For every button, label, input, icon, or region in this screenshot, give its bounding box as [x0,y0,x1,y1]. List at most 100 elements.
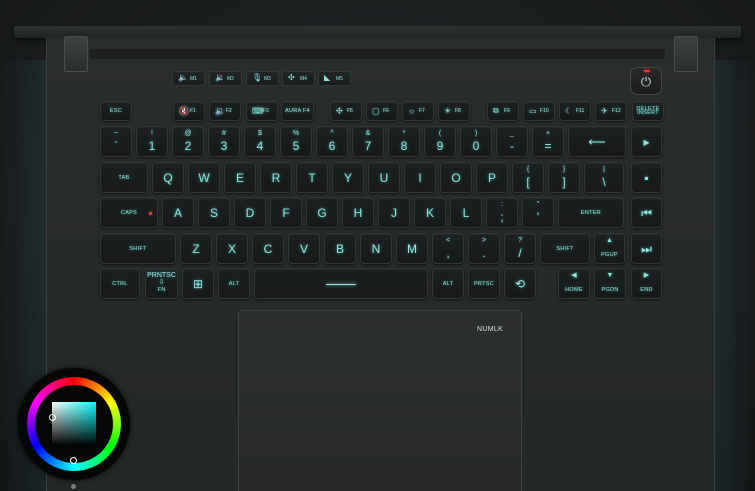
f9-key[interactable]: ⧉ F9 [487,101,519,121]
letter-key-key[interactable]: {[ [512,162,544,193]
key-legend: C [263,241,273,256]
backspace-key[interactable]: ⟵ [568,126,626,157]
number-row-1-key[interactable]: ! 1 [136,126,168,157]
letter-v-key[interactable]: V [288,233,320,264]
letter-key-key[interactable]: <, [432,233,464,264]
letter-n-key[interactable]: N [360,233,392,264]
key-label: F12 [612,108,621,114]
letter-l-key[interactable]: L [450,197,482,228]
letter-g-key[interactable]: G [306,197,338,228]
letter-o-key[interactable]: O [440,162,472,193]
letter-y-key[interactable]: Y [332,162,364,193]
letter-k-key[interactable]: K [414,197,446,228]
letter-d-key[interactable]: D [234,197,266,228]
number-row-6-key[interactable]: ^ 6 [316,126,348,157]
alt-key[interactable]: ALT [218,268,250,299]
hue-handle[interactable] [70,457,77,464]
letter-key-key[interactable]: >. [468,233,500,264]
letter-j-key[interactable]: J [378,197,410,228]
windows-key[interactable]: ⊞ [182,268,214,299]
alt-key[interactable]: ALT [432,268,464,299]
tab-key[interactable]: TAB [100,162,148,193]
f11-key[interactable]: ☾ F11 [559,101,591,121]
number-row-9-key[interactable]: (9 [424,126,456,157]
number-row-0-key[interactable]: ) 0 [460,126,492,157]
f8-key[interactable]: ☀ F8 [438,101,470,121]
f6-key[interactable]: ▢ F6 [366,101,398,121]
m1-macro-key[interactable]: 🔈 M1 [172,71,205,86]
pgup-key[interactable]: ▲ PGUP [594,233,625,264]
f7-key[interactable]: ☼ F7 [402,101,434,121]
color-picker[interactable] [18,368,130,480]
letter-z-key[interactable]: Z [180,233,212,264]
number-row-key-key[interactable]: + = [532,126,564,157]
number-row-5-key[interactable]: % 5 [280,126,312,157]
f1-key[interactable]: 🔇 F1 [173,101,205,121]
m2-macro-key[interactable]: 🔉 M2 [209,71,242,86]
side-macro-key[interactable]: ▪ [631,162,662,193]
function-icon: ✣ [336,106,343,116]
shift-key[interactable]: SHIFT [100,233,176,264]
power-button[interactable]: ⏻ [630,67,662,95]
f3-key[interactable]: ⌨ F3 [246,101,278,121]
number-row-3-key[interactable]: #3 [208,126,240,157]
letter-q-key[interactable]: Q [152,162,184,193]
enter-key[interactable]: ENTER [558,197,624,228]
number-row-key-key[interactable]: _ - [496,126,528,157]
touchpad[interactable]: NUMLK [238,310,522,491]
fn-key[interactable]: PRNTSC ⇩ FN [145,268,178,299]
caps-lock-led [149,211,152,215]
f10-key[interactable]: ▭ F10 [523,101,555,121]
copilot-key[interactable]: ⟲ [504,268,536,299]
letter-c-key[interactable]: C [252,233,284,264]
delete-insert-key[interactable]: DELETE INSERT [632,101,664,121]
aura-f4-key[interactable]: AURA F4 [281,101,314,121]
page-indicator-dot [71,484,76,489]
end-key[interactable]: ▶ END [631,268,662,299]
prtsc-key[interactable]: PRTSC [468,268,500,299]
pgdn-key[interactable]: ▼ PGDN [594,268,626,299]
letter-key-key[interactable]: ? / [504,233,536,264]
letter-s-key[interactable]: S [198,197,230,228]
number-row-7-key[interactable]: & 7 [352,126,384,157]
letter-u-key[interactable]: U [368,162,400,193]
letter-a-key[interactable]: A [162,197,194,228]
f12-key[interactable]: ✈ F12 [595,101,627,121]
m5-macro-key[interactable]: ◣ M5 [318,71,351,86]
f5-key[interactable]: ✣ F5 [330,101,362,121]
letter-key-key[interactable]: :; [486,197,518,228]
letter-w-key[interactable]: W [188,162,220,193]
backslash-key[interactable]: | \ [584,162,624,193]
prev-track-key[interactable]: ⏮ [631,197,662,228]
letter-key-key[interactable]: " ' [522,197,554,228]
letter-x-key[interactable]: X [216,233,248,264]
letter-f-key[interactable]: F [270,197,302,228]
letter-r-key[interactable]: R [260,162,292,193]
saturation-handle[interactable] [49,414,56,421]
m4-macro-key[interactable]: ✣ M4 [282,71,315,86]
number-row-key-key[interactable]: ▸ [631,126,662,157]
esc-key[interactable]: ESC [100,101,132,121]
key-label: HOME [565,287,583,293]
letter-t-key[interactable]: T [296,162,328,193]
letter-b-key[interactable]: B [324,233,356,264]
letter-m-key[interactable]: M [396,233,428,264]
f2-key[interactable]: 🔉 F2 [209,101,241,121]
caps-key[interactable]: CAPS [100,197,158,228]
number-row-4-key[interactable]: $4 [244,126,276,157]
letter-p-key[interactable]: P [476,162,508,193]
letter-e-key[interactable]: E [224,162,256,193]
next-track-key[interactable]: ⏭ [631,233,662,264]
number-row-key-key[interactable]: ~ ` [100,126,132,157]
saturation-value-square[interactable] [52,402,96,446]
number-row-2-key[interactable]: @2 [172,126,204,157]
spacebar-key[interactable] [254,268,428,299]
number-row-8-key[interactable]: * 8 [388,126,420,157]
m3-macro-key[interactable]: 🎙 M3 [246,71,279,86]
letter-key-key[interactable]: }] [548,162,580,193]
home-key[interactable]: ◀ HOME [558,268,590,299]
letter-h-key[interactable]: H [342,197,374,228]
ctrl-key[interactable]: CTRL [100,268,140,299]
letter-i-key[interactable]: I [404,162,436,193]
shift-key[interactable]: SHIFT [540,233,590,264]
